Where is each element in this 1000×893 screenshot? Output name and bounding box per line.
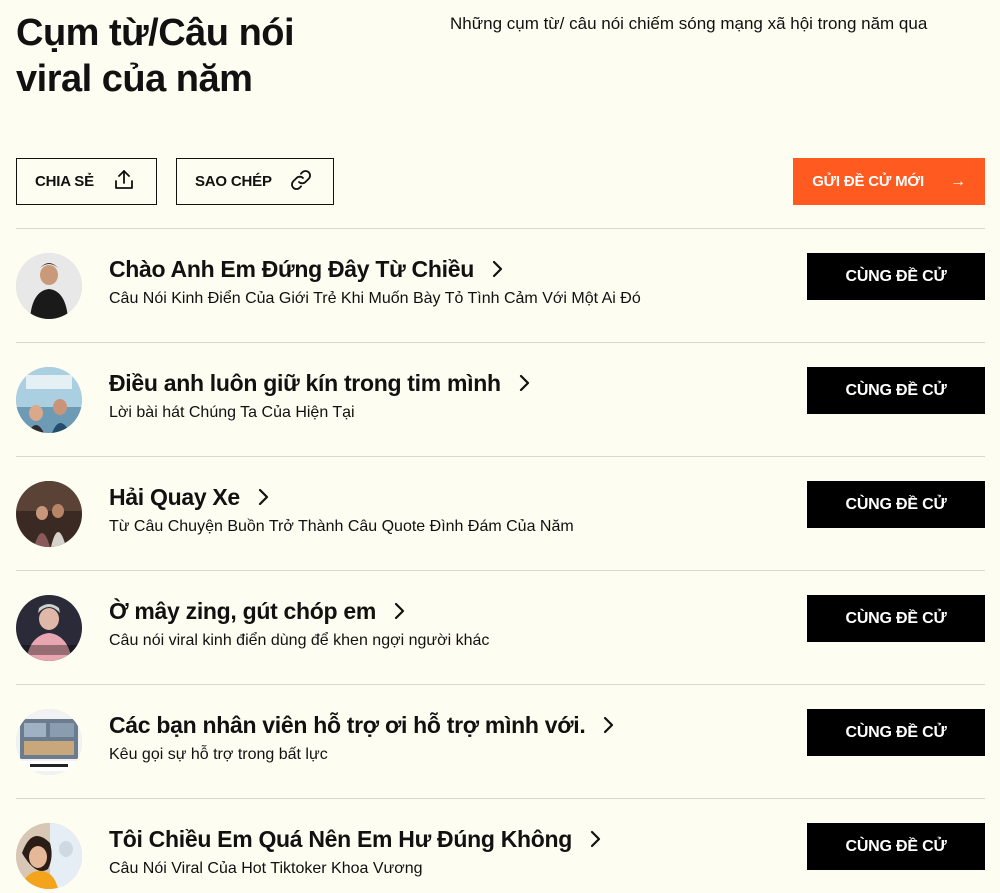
list-item: Các bạn nhân viên hỗ trợ ơi hỗ trợ mình … (16, 684, 985, 798)
vote-button[interactable]: CÙNG ĐỀ CỬ (807, 367, 985, 414)
list-item: Tôi Chiều Em Quá Nên Em Hư Đúng Không Câ… (16, 798, 985, 893)
chevron-right-icon (517, 374, 531, 392)
page-subtitle: Những cụm từ/ câu nói chiếm sóng mạng xã… (450, 14, 928, 33)
list-item: Ờ mây zing, gút chóp em Câu nói viral ki… (16, 570, 985, 684)
share-button-label: CHIA SẺ (35, 173, 94, 190)
item-title-link[interactable]: Điều anh luôn giữ kín trong tim mình (109, 367, 531, 399)
item-description: Câu nói viral kinh điển dùng để khen ngợ… (109, 632, 490, 649)
item-title-link[interactable]: Ờ mây zing, gút chóp em (109, 595, 406, 627)
submit-nomination-label: GỬI ĐỀ CỬ MỚI (812, 173, 924, 190)
page-title: Cụm từ/Câu nói viral của năm (16, 12, 295, 100)
share-icon (112, 168, 136, 196)
arrow-right-icon: → (949, 172, 966, 190)
item-title: Tôi Chiều Em Quá Nên Em Hư Đúng Không (109, 826, 572, 852)
copy-link-button[interactable]: SAO CHÉP (176, 158, 334, 205)
chevron-right-icon (490, 260, 504, 278)
item-description: Kêu gọi sự hỗ trợ trong bất lực (109, 746, 328, 763)
item-description: Câu Nói Kinh Điển Của Giới Trẻ Khi Muốn … (109, 290, 641, 307)
item-title: Hải Quay Xe (109, 484, 240, 510)
item-title-link[interactable]: Các bạn nhân viên hỗ trợ ơi hỗ trợ mình … (109, 709, 615, 741)
copy-link-button-label: SAO CHÉP (195, 173, 272, 190)
link-icon (289, 168, 313, 196)
chevron-right-icon (392, 602, 406, 620)
item-title: Chào Anh Em Đứng Đây Từ Chiều (109, 256, 474, 282)
item-title: Ờ mây zing, gút chóp em (109, 598, 377, 624)
item-title: Điều anh luôn giữ kín trong tim mình (109, 370, 501, 396)
list-item: Chào Anh Em Đứng Đây Từ Chiều Câu Nói Ki… (16, 228, 985, 342)
vote-button[interactable]: CÙNG ĐỀ CỬ (807, 595, 985, 642)
avatar (16, 595, 82, 661)
submit-nomination-button[interactable]: GỬI ĐỀ CỬ MỚI → (793, 158, 985, 205)
avatar (16, 253, 82, 319)
item-title: Các bạn nhân viên hỗ trợ ơi hỗ trợ mình … (109, 712, 586, 738)
chevron-right-icon (601, 716, 615, 734)
item-title-link[interactable]: Tôi Chiều Em Quá Nên Em Hư Đúng Không (109, 823, 602, 855)
list-item: Hải Quay Xe Từ Câu Chuyện Buồn Trở Thành… (16, 456, 985, 570)
chevron-right-icon (588, 830, 602, 848)
vote-button[interactable]: CÙNG ĐỀ CỬ (807, 823, 985, 870)
list-item: Điều anh luôn giữ kín trong tim mình Lời… (16, 342, 985, 456)
avatar (16, 367, 82, 433)
avatar (16, 823, 82, 889)
nomination-list: Chào Anh Em Đứng Đây Từ Chiều Câu Nói Ki… (16, 228, 985, 893)
avatar (16, 709, 82, 775)
share-button[interactable]: CHIA SẺ (16, 158, 157, 205)
item-title-link[interactable]: Hải Quay Xe (109, 481, 270, 513)
chevron-right-icon (256, 488, 270, 506)
vote-button[interactable]: CÙNG ĐỀ CỬ (807, 481, 985, 528)
vote-button[interactable]: CÙNG ĐỀ CỬ (807, 709, 985, 756)
item-description: Lời bài hát Chúng Ta Của Hiện Tại (109, 404, 355, 421)
item-description: Câu Nói Viral Của Hot Tiktoker Khoa Vươn… (109, 860, 423, 877)
item-title-link[interactable]: Chào Anh Em Đứng Đây Từ Chiều (109, 253, 504, 285)
vote-button[interactable]: CÙNG ĐỀ CỬ (807, 253, 985, 300)
avatar (16, 481, 82, 547)
item-description: Từ Câu Chuyện Buồn Trở Thành Câu Quote Đ… (109, 518, 574, 535)
page: Cụm từ/Câu nói viral của năm Những cụm t… (0, 0, 1000, 893)
